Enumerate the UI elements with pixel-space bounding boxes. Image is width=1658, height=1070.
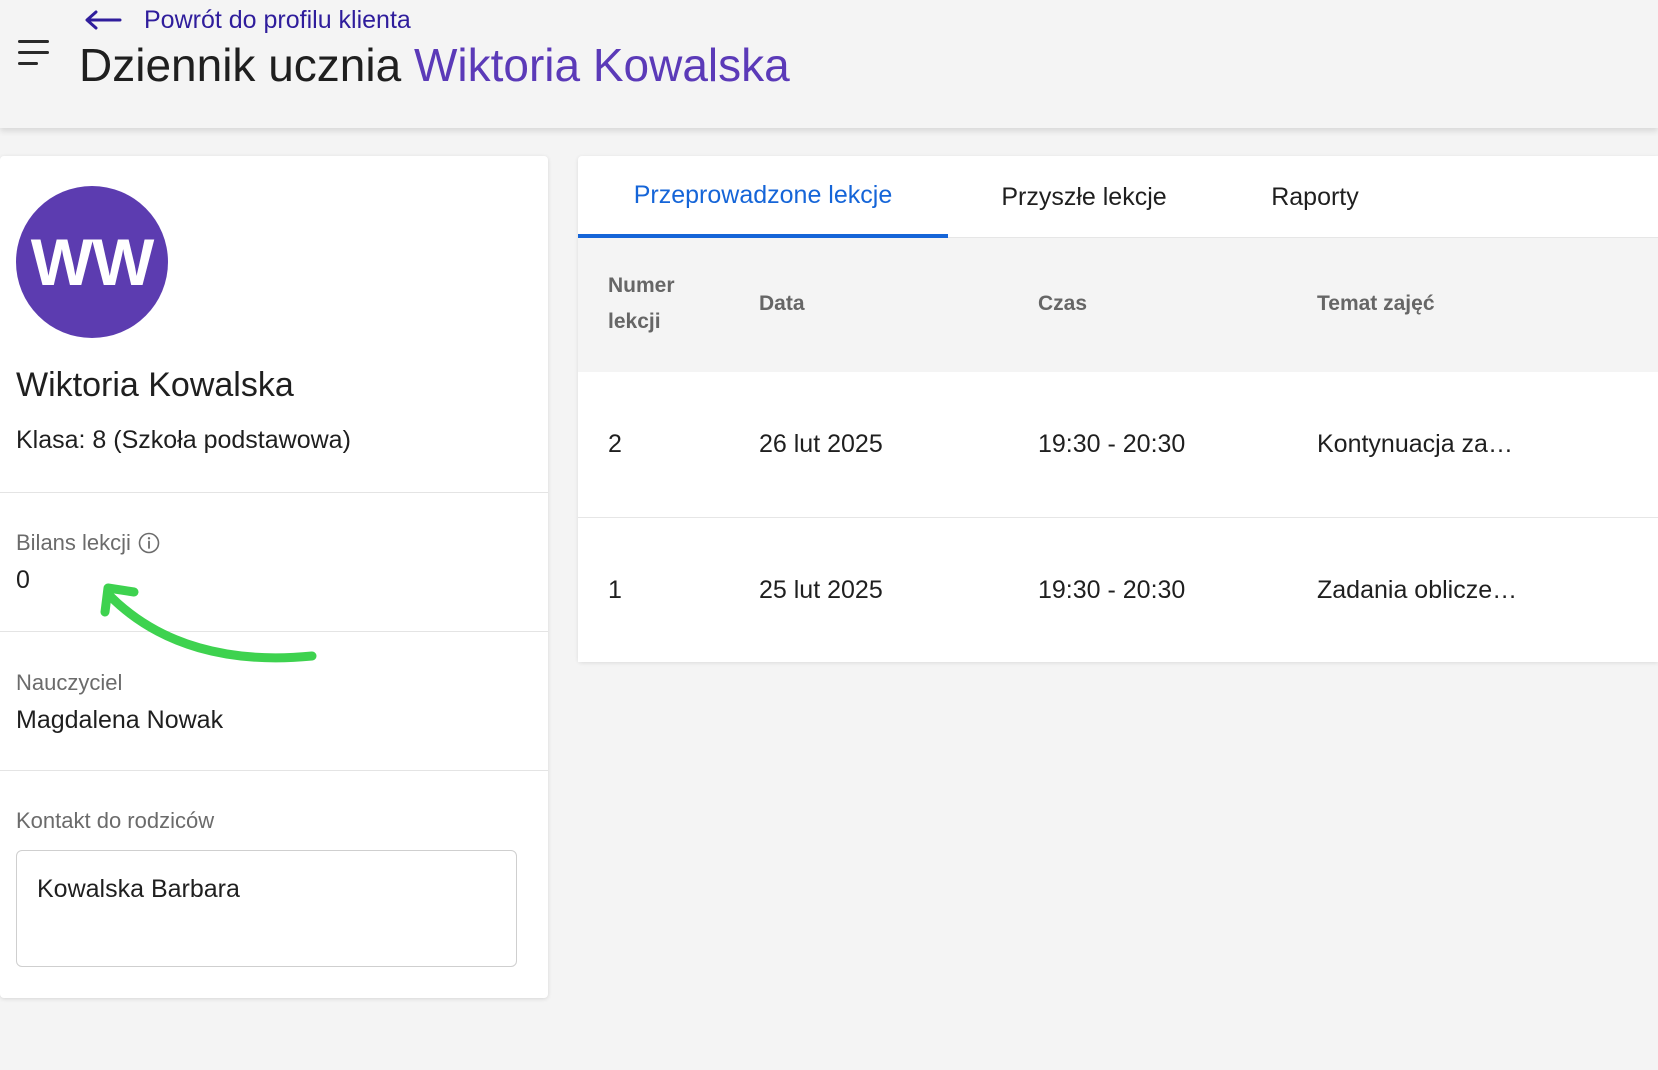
hamburger-menu-icon[interactable] [18, 40, 50, 68]
tab-upcoming-lessons[interactable]: Przyszłe lekcje [978, 156, 1190, 238]
table-row[interactable]: 1 25 lut 2025 19:30 - 20:30 Zadania obli… [578, 517, 1658, 662]
table-row[interactable]: 2 26 lut 2025 19:30 - 20:30 Kontynuacja … [578, 372, 1658, 517]
lessons-card: Przeprowadzone lekcje Przyszłe lekcje Ra… [578, 156, 1658, 662]
back-link-label: Powrót do profilu klienta [144, 5, 411, 34]
column-header-topic[interactable]: Temat zajęć [1317, 286, 1435, 322]
divider [0, 492, 548, 493]
avatar: WW [16, 186, 168, 338]
student-profile-card: WW Wiktoria Kowalska Klasa: 8 (Szkoła po… [0, 156, 548, 998]
lesson-topic-cell: Kontynuacja za… [1317, 430, 1513, 458]
teacher-label: Nauczyciel [16, 670, 123, 695]
column-header-time[interactable]: Czas [1038, 286, 1087, 322]
lesson-number-cell: 1 [608, 576, 622, 604]
divider [0, 770, 548, 771]
column-header-date[interactable]: Data [759, 286, 805, 322]
info-circle-icon[interactable] [138, 532, 160, 554]
back-to-client-profile-link[interactable]: Powrót do profilu klienta [84, 4, 411, 36]
page-title-student-name: Wiktoria Kowalska [413, 39, 790, 91]
student-class: Klasa: 8 (Szkoła podstawowa) [16, 426, 351, 454]
page-title: Dziennik ucznia Wiktoria Kowalska [79, 38, 790, 92]
column-header-lesson-number[interactable]: Numer lekcji [608, 268, 718, 340]
lesson-date-cell: 25 lut 2025 [759, 576, 883, 604]
tab-reports[interactable]: Raporty [1250, 156, 1380, 238]
app-header: Powrót do profilu klienta Dziennik uczni… [0, 0, 1658, 128]
lessons-tabs: Przeprowadzone lekcje Przyszłe lekcje Ra… [578, 156, 1658, 238]
student-name: Wiktoria Kowalska [16, 366, 294, 404]
lesson-topic-cell: Zadania oblicze… [1317, 576, 1518, 604]
lesson-number-cell: 2 [608, 430, 622, 458]
lesson-time-cell: 19:30 - 20:30 [1038, 430, 1186, 458]
arrow-left-icon [85, 10, 122, 30]
parent-contact-label: Kontakt do rodziców [16, 808, 215, 833]
divider [0, 631, 548, 632]
tab-completed-lessons[interactable]: Przeprowadzone lekcje [578, 156, 948, 238]
lesson-balance-value: 0 [16, 566, 30, 594]
table-header: Numer lekcji Data Czas Temat zajęć [578, 238, 1658, 372]
teacher-value: Magdalena Nowak [16, 706, 224, 734]
lesson-balance-label: Bilans lekcji [16, 530, 131, 555]
lesson-time-cell: 19:30 - 20:30 [1038, 576, 1186, 604]
page-title-prefix: Dziennik ucznia [79, 39, 402, 91]
lesson-balance-label-row: Bilans lekcji [16, 530, 160, 556]
parent-contact-field[interactable]: Kowalska Barbara [16, 850, 517, 967]
lesson-date-cell: 26 lut 2025 [759, 430, 883, 458]
